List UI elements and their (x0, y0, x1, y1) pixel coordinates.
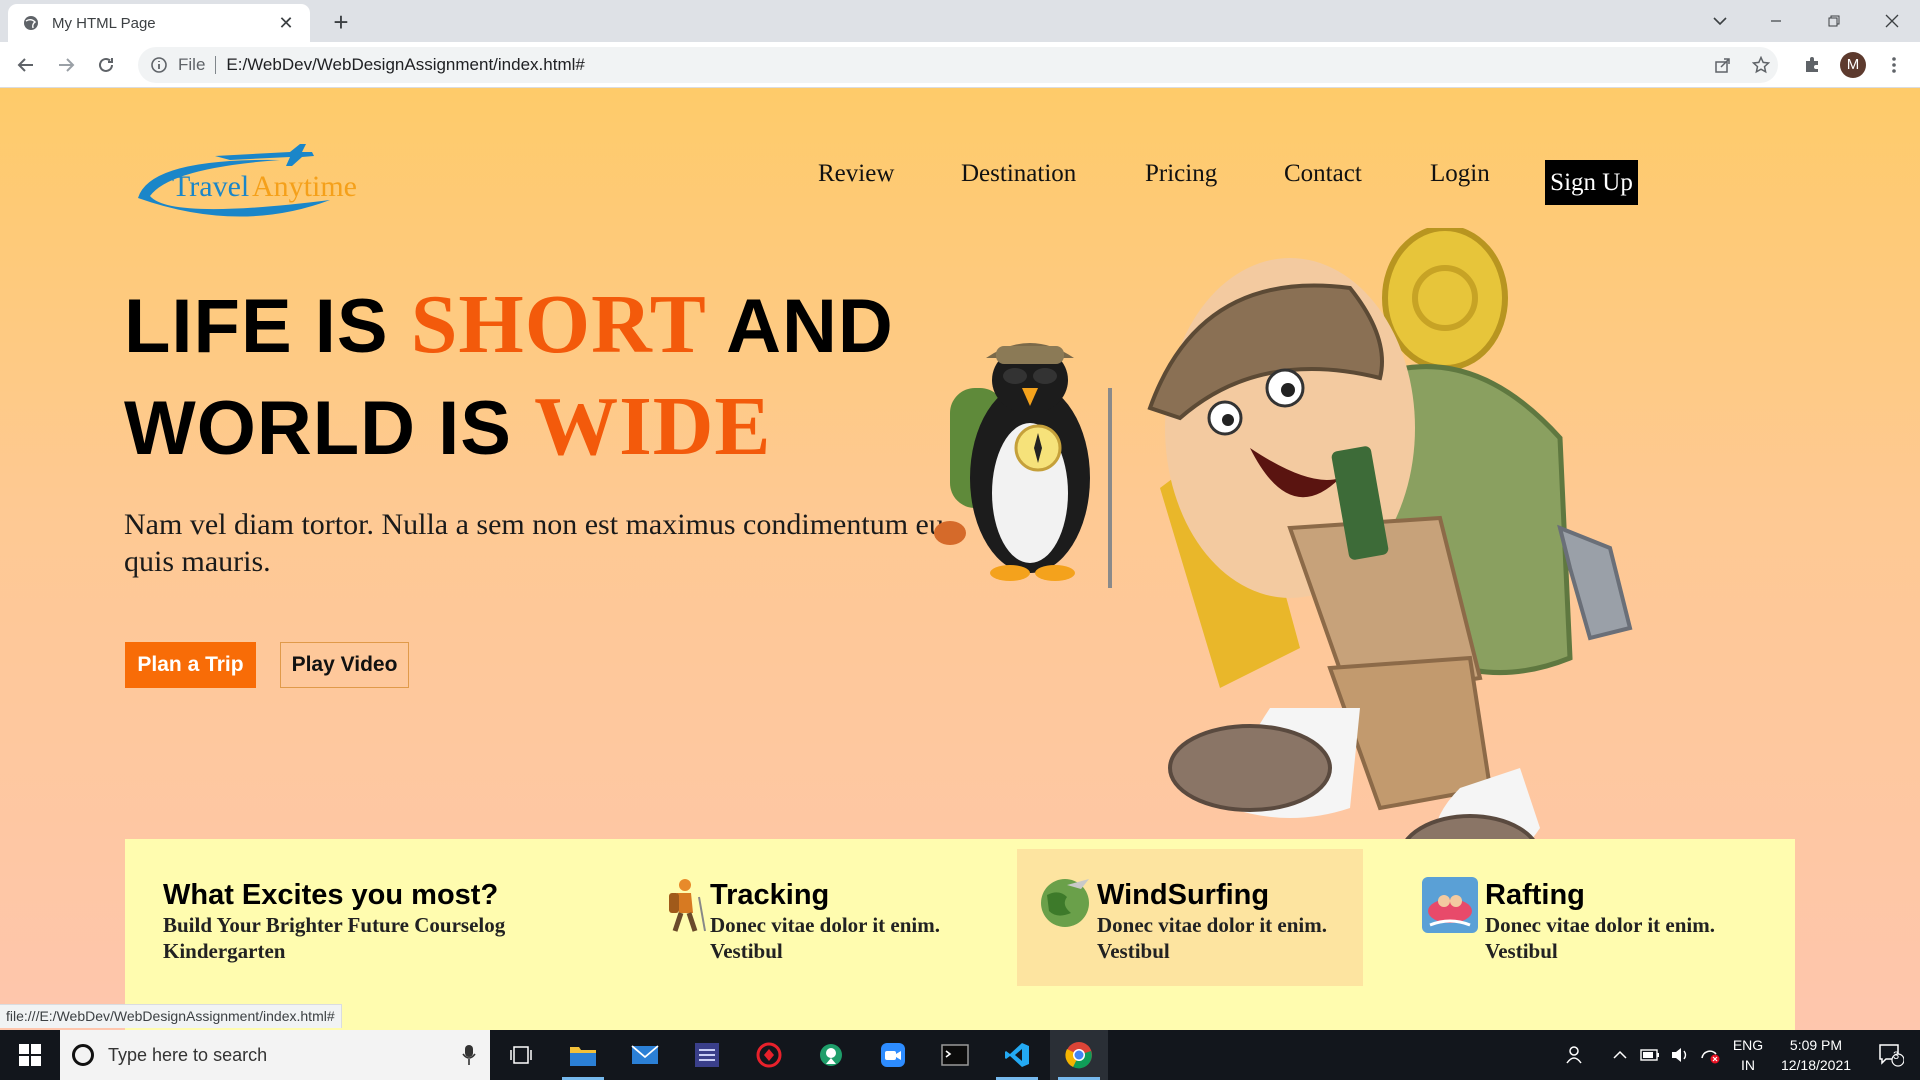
taskbar-search-placeholder: Type here to search (108, 1044, 268, 1065)
browser-menu-icon[interactable] (1880, 51, 1908, 79)
globe-favicon-icon (22, 14, 40, 32)
taskbar-search-box[interactable]: Type here to search (60, 1030, 490, 1080)
nav-review[interactable]: Review (818, 160, 894, 188)
language-indicator[interactable]: ENG IN (1726, 1030, 1770, 1080)
headline-wide: WIDE (534, 380, 772, 473)
sign-up-button[interactable]: Sign Up (1545, 160, 1638, 205)
airplane-swoosh-icon: Travel Anytime (138, 144, 357, 217)
feature-tracking[interactable]: Tracking Donec vitae dolor it enim. Vest… (710, 849, 970, 986)
site-info-icon[interactable] (150, 56, 168, 74)
penguin-traveler-illustration (934, 343, 1112, 588)
feature-tracking-text: Donec vitae dolor it enim. Vestibul (710, 913, 940, 963)
play-video-button[interactable]: Play Video (280, 642, 409, 688)
tab-search-icon[interactable] (1692, 0, 1748, 42)
extensions-puzzle-icon[interactable] (1798, 51, 1826, 79)
notification-count: 3 (1893, 1050, 1900, 1062)
headline-short: SHORT (410, 278, 707, 371)
file-explorer-icon[interactable] (554, 1030, 612, 1080)
minimize-button[interactable] (1748, 0, 1804, 42)
hiker-icon (669, 879, 706, 932)
start-button[interactable] (0, 1030, 60, 1080)
zoom-icon[interactable] (864, 1030, 922, 1080)
vscode-icon[interactable] (988, 1030, 1046, 1080)
plan-a-trip-button[interactable]: Plan a Trip (125, 642, 256, 688)
reload-icon[interactable] (92, 51, 120, 79)
headline-life-is: LIFE IS (124, 284, 411, 369)
globe-icon (1041, 879, 1089, 927)
task-view-icon[interactable] (492, 1030, 550, 1080)
new-tab-button[interactable]: + (326, 8, 356, 38)
volume-icon[interactable] (1666, 1030, 1694, 1080)
clock-time: 5:09 PM (1789, 1037, 1843, 1053)
microphone-icon[interactable] (462, 1044, 476, 1066)
terminal-icon[interactable] (926, 1030, 984, 1080)
restore-button[interactable] (1806, 0, 1862, 42)
clock[interactable]: 5:09 PM 12/18/2021 (1772, 1030, 1860, 1080)
back-arrow-icon[interactable] (12, 51, 40, 79)
calculator-app-icon[interactable] (678, 1030, 736, 1080)
browser-tab[interactable]: My HTML Page ✕ (8, 4, 310, 42)
battery-icon[interactable] (1636, 1030, 1664, 1080)
browser-tab-strip: My HTML Page ✕ + (0, 0, 1920, 42)
page-viewport: Travel Anytime Review Destination Pricin… (0, 88, 1920, 1030)
notification-icon (1879, 1044, 1904, 1067)
language-line-2: IN (1741, 1057, 1755, 1073)
language-line-1: ENG (1732, 1037, 1764, 1053)
hero-headline-line-1: LIFE IS SHORT AND (124, 280, 944, 372)
feature-windsurfing[interactable]: WindSurfing Donec vitae dolor it enim. V… (1017, 849, 1363, 986)
feature-windsurfing-text: Donec vitae dolor it enim. Vestibul (1097, 913, 1327, 963)
browser-toolbar: File E:/WebDev/WebDesignAssignment/index… (0, 42, 1920, 88)
tab-close-icon[interactable]: ✕ (276, 13, 296, 34)
link-status-bubble: file:///E:/WebDev/WebDesignAssignment/in… (0, 1004, 342, 1028)
address-bar[interactable]: File E:/WebDev/WebDesignAssignment/index… (138, 47, 1778, 83)
close-window-button[interactable] (1864, 0, 1920, 42)
feature-rafting-text: Donec vitae dolor it enim. Vestibul (1485, 913, 1715, 963)
nav-contact[interactable]: Contact (1284, 160, 1362, 188)
tab-title: My HTML Page (52, 14, 156, 32)
network-disconnected-icon[interactable] (1696, 1030, 1724, 1080)
action-center-button[interactable]: 3 (1866, 1030, 1916, 1080)
people-icon[interactable] (1560, 1030, 1592, 1080)
raft-icon (1422, 877, 1478, 933)
headline-world-is: WORLD IS (124, 386, 535, 471)
chrome-icon[interactable] (1050, 1030, 1108, 1080)
feature-intro-title: What Excites you most? (163, 879, 499, 911)
windows-logo-icon (19, 1044, 41, 1066)
travelanytime-logo[interactable]: Travel Anytime (130, 138, 380, 228)
app-red-icon[interactable] (740, 1030, 798, 1080)
features-section: What Excites you most? Build Your Bright… (125, 839, 1795, 1030)
logo-text-anytime: Anytime (252, 170, 357, 203)
nav-destination[interactable]: Destination (961, 160, 1076, 188)
app-green-icon[interactable] (802, 1030, 860, 1080)
nav-pricing[interactable]: Pricing (1145, 160, 1217, 188)
mail-icon[interactable] (616, 1030, 674, 1080)
forward-arrow-icon[interactable] (52, 51, 80, 79)
hero-description: Nam vel diam tortor. Nulla a sem non est… (124, 508, 944, 578)
feature-rafting-title: Rafting (1485, 879, 1585, 911)
feature-intro: What Excites you most? Build Your Bright… (163, 849, 583, 986)
feature-windsurfing-title: WindSurfing (1097, 879, 1270, 911)
cortana-icon (72, 1044, 94, 1066)
address-url[interactable]: E:/WebDev/WebDesignAssignment/index.html… (226, 55, 584, 75)
hiker-boy-illustration (1147, 228, 1633, 902)
share-icon[interactable] (1708, 47, 1738, 83)
feature-rafting[interactable]: Rafting Donec vitae dolor it enim. Vesti… (1485, 849, 1775, 986)
profile-avatar[interactable]: M (1840, 52, 1866, 78)
feature-tracking-title: Tracking (710, 879, 830, 911)
logo-text-travel: Travel (172, 170, 249, 203)
file-scheme-label: File (178, 55, 206, 74)
show-hidden-icons-chevron-icon[interactable] (1606, 1030, 1634, 1080)
hero-headline-line-2: WORLD IS WIDE (124, 382, 944, 474)
windows-taskbar: Type here to search ENG IN 5:09 PM 12/18… (0, 1030, 1920, 1080)
feature-intro-text: Build Your Brighter Future Courselog Kin… (163, 913, 506, 963)
nav-login[interactable]: Login (1430, 160, 1490, 188)
address-separator (215, 56, 217, 74)
clock-date: 12/18/2021 (1780, 1057, 1852, 1073)
bookmark-star-icon[interactable] (1746, 47, 1776, 83)
headline-and: AND (706, 284, 894, 369)
